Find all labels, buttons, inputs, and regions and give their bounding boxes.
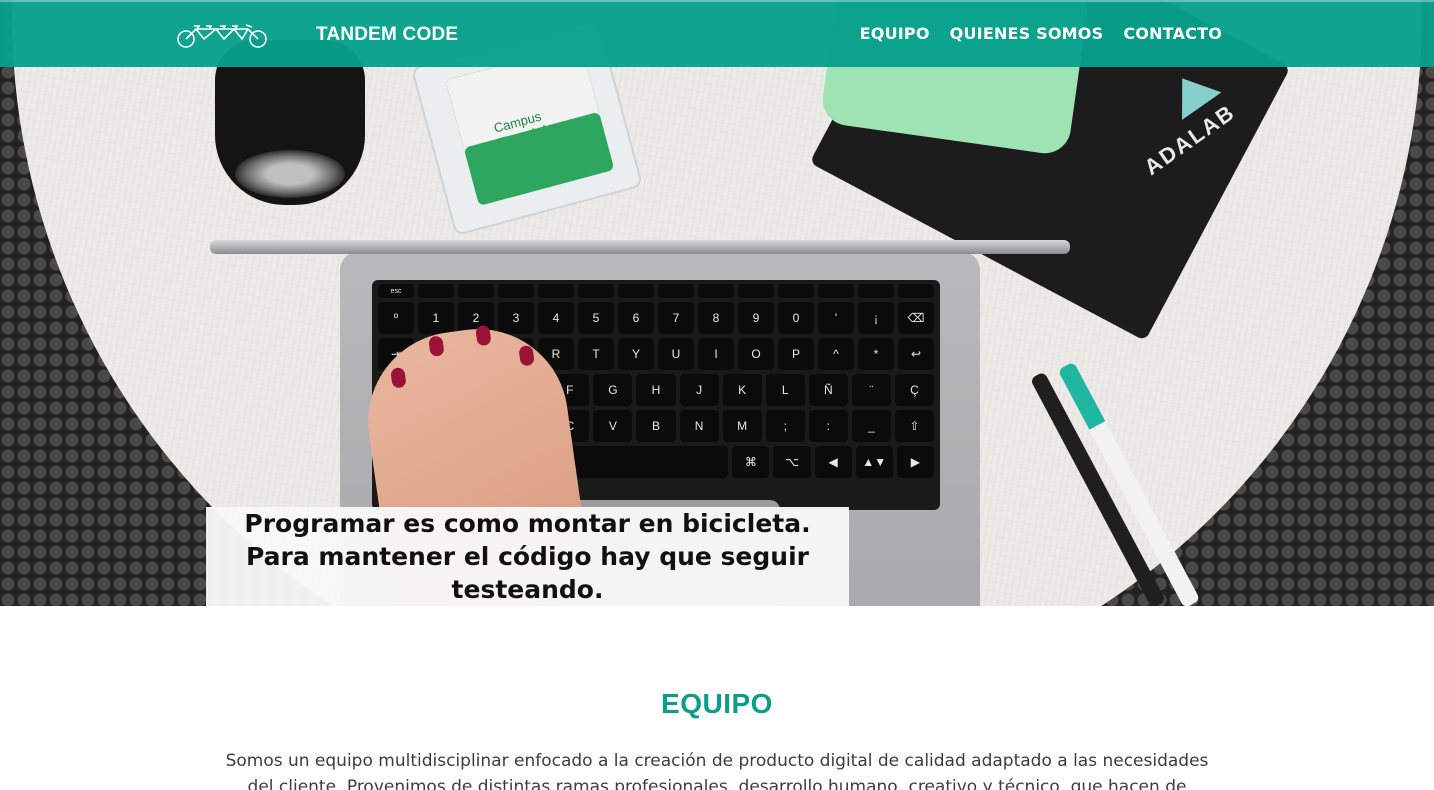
page: ADALAB Campus Resident esc º 1 2 3 4 5 6 7 8 9 0 ' ¡…	[0, 0, 1434, 790]
cup-lid	[235, 150, 345, 198]
main-nav: EQUIPO QUIENES SOMOS CONTACTO	[860, 24, 1222, 43]
section-title-equipo: EQUIPO	[661, 688, 773, 719]
nav-link-quienes-somos[interactable]: QUIENES SOMOS	[950, 24, 1104, 43]
brand-name[interactable]: TANDEM CODE	[316, 24, 458, 46]
tandem-bicycle-icon[interactable]	[176, 23, 268, 49]
hero-section: ADALAB Campus Resident esc º 1 2 3 4 5 6 7 8 9 0 ' ¡…	[0, 0, 1434, 606]
nav-link-contacto[interactable]: CONTACTO	[1123, 24, 1222, 43]
hero-quote: Programar es como montar en bicicleta. P…	[206, 507, 849, 606]
hero-quote-text: Programar es como montar en bicicleta. P…	[244, 509, 811, 604]
laptop-lid	[210, 240, 1070, 254]
section-description: Somos un equipo multidisciplinar enfocad…	[225, 751, 1209, 790]
navbar: TANDEM CODE EQUIPO QUIENES SOMOS CONTACT…	[0, 0, 1434, 67]
nav-link-equipo[interactable]: EQUIPO	[860, 24, 930, 43]
